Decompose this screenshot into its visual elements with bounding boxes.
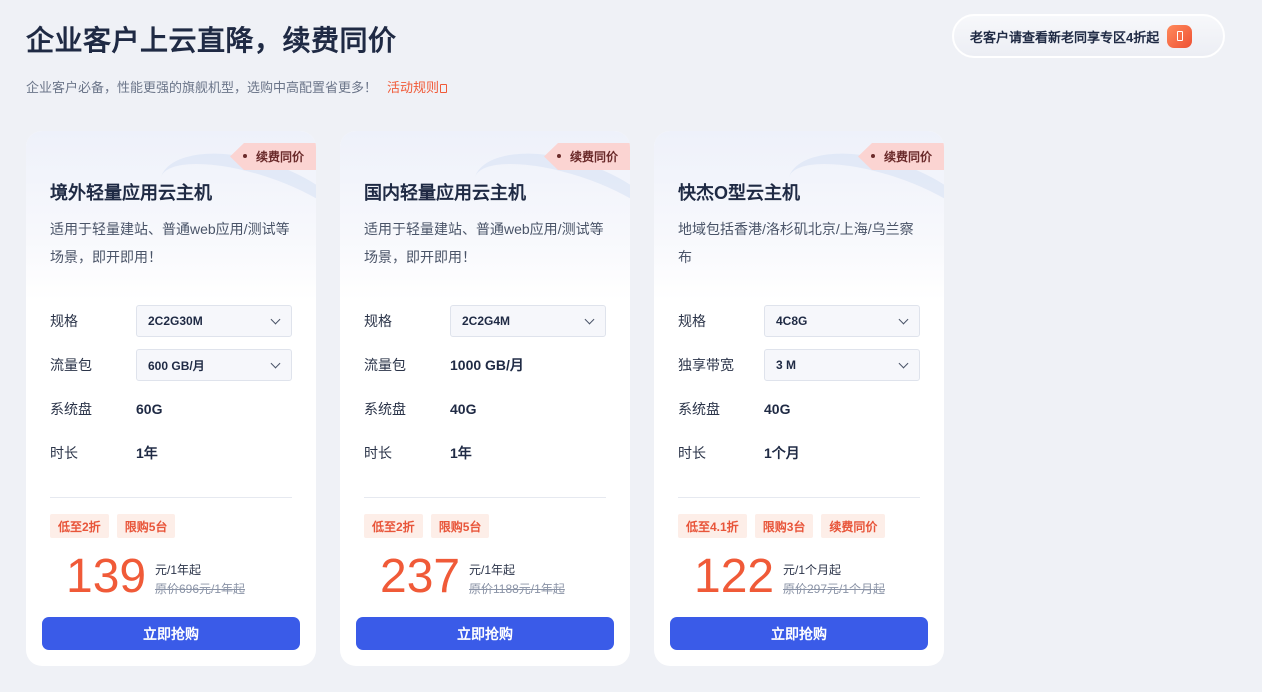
promo-button-label[interactable]: 老客户请查看新老同享专区4折起 <box>970 27 1159 46</box>
spec-row-disk: 系统盘 40G <box>678 393 920 425</box>
promo-tags: 低至2折 限购5台 <box>50 514 176 538</box>
select-value[interactable]: 4C8G <box>776 314 807 328</box>
buy-now-button[interactable]: 立即抢购 <box>356 617 614 650</box>
spec-value: 1年 <box>136 445 158 461</box>
renewal-tag: 续费同价 <box>821 514 886 538</box>
spec-label: 规格 <box>364 313 392 329</box>
spec-label: 独享带宽 <box>678 357 734 373</box>
spec-value: 1年 <box>450 445 472 461</box>
original-price: 原价696元/1年起 <box>155 582 246 596</box>
spec-label: 系统盘 <box>50 401 92 417</box>
traffic-select[interactable]: 600 GB/月 <box>136 349 292 381</box>
spec-select[interactable]: 2C2G30M <box>136 305 292 337</box>
buy-now-button[interactable]: 立即抢购 <box>670 617 928 650</box>
spec-select[interactable]: 4C8G <box>764 305 920 337</box>
price-unit: 元/1年起 <box>155 563 202 577</box>
spec-select[interactable]: 2C2G4M <box>450 305 606 337</box>
product-card-overseas-lightweight: 续费同价 境外轻量应用云主机 适用于轻量建站、普通web应用/测试等场景，即开即… <box>26 131 316 666</box>
limit-tag: 限购3台 <box>754 514 814 538</box>
select-value[interactable]: 600 GB/月 <box>148 357 205 374</box>
select-value[interactable]: 2C2G30M <box>148 314 203 328</box>
spec-row-spec: 规格 2C2G4M <box>364 305 606 337</box>
spec-value: 1个月 <box>764 445 800 461</box>
chevron-down-icon[interactable] <box>270 358 281 369</box>
divider <box>364 497 606 498</box>
spec-label: 规格 <box>50 313 78 329</box>
promo-tags: 低至2折 限购5台 <box>364 514 490 538</box>
buy-now-button[interactable]: 立即抢购 <box>42 617 300 650</box>
spec-row-traffic: 流量包 1000 GB/月 <box>364 349 606 381</box>
spec-value: 40G <box>764 401 791 417</box>
spec-row-spec: 规格 2C2G30M <box>50 305 292 337</box>
discount-tag: 低至4.1折 <box>678 514 747 538</box>
promo-tags: 低至4.1折 限购3台 续费同价 <box>678 514 886 538</box>
spec-label: 流量包 <box>50 357 92 373</box>
spec-row-bandwidth: 独享带宽 3 M <box>678 349 920 381</box>
external-link-icon[interactable] <box>440 84 448 93</box>
spec-label: 规格 <box>678 313 706 329</box>
card-description: 适用于轻量建站、普通web应用/测试等场景，即开即用！ <box>50 221 290 265</box>
chevron-down-icon[interactable] <box>898 314 909 325</box>
spec-row-traffic: 流量包 600 GB/月 <box>50 349 292 381</box>
spec-value: 40G <box>450 401 477 417</box>
rules-link[interactable]: 活动规则 <box>387 80 448 95</box>
card-title: 境外轻量应用云主机 <box>50 183 212 203</box>
spec-row-disk: 系统盘 60G <box>50 393 292 425</box>
spec-row-duration: 时长 1个月 <box>678 437 920 469</box>
divider <box>50 497 292 498</box>
old-customer-promo-button[interactable]: 老客户请查看新老同享专区4折起 <box>952 14 1225 58</box>
price: 237 <box>380 550 461 603</box>
price: 139 <box>66 550 147 603</box>
bandwidth-select[interactable]: 3 M <box>764 349 920 381</box>
page-title: 企业客户上云直降，续费同价 <box>26 25 397 56</box>
chevron-down-icon[interactable] <box>584 314 595 325</box>
spec-value: 1000 GB/月 <box>450 357 524 373</box>
discount-tag: 低至2折 <box>364 514 423 538</box>
renewal-ribbon: 续费同价 <box>858 143 944 170</box>
spec-row-duration: 时长 1年 <box>364 437 606 469</box>
spec-row-spec: 规格 4C8G <box>678 305 920 337</box>
product-card-domestic-lightweight: 续费同价 国内轻量应用云主机 适用于轻量建站、普通web应用/测试等场景，即开即… <box>340 131 630 666</box>
divider <box>678 497 920 498</box>
price: 122 <box>694 550 775 603</box>
external-link-icon[interactable] <box>1167 24 1193 48</box>
subtitle-text: 企业客户必备，性能更强的旗舰机型，选购中高配置省更多！ <box>26 80 378 95</box>
price-unit: 元/1年起 <box>469 563 516 577</box>
card-description: 地域包括香港/洛杉矶北京/上海/乌兰察布 <box>678 221 914 265</box>
page-subtitle: 企业客户必备，性能更强的旗舰机型，选购中高配置省更多！ 活动规则 <box>26 77 448 96</box>
spec-label: 时长 <box>678 445 706 461</box>
select-value[interactable]: 2C2G4M <box>462 314 510 328</box>
renewal-ribbon: 续费同价 <box>230 143 316 170</box>
spec-row-duration: 时长 1年 <box>50 437 292 469</box>
card-title: 快杰O型云主机 <box>678 183 801 203</box>
original-price: 原价297元/1个月起 <box>783 582 886 596</box>
original-price: 原价1188元/1年起 <box>469 582 565 596</box>
price-unit: 元/1个月起 <box>783 563 842 577</box>
spec-label: 系统盘 <box>678 401 720 417</box>
spec-label: 时长 <box>364 445 392 461</box>
chevron-down-icon[interactable] <box>898 358 909 369</box>
chevron-down-icon[interactable] <box>270 314 281 325</box>
discount-tag: 低至2折 <box>50 514 109 538</box>
spec-label: 流量包 <box>364 357 406 373</box>
select-value[interactable]: 3 M <box>776 358 796 372</box>
spec-row-disk: 系统盘 40G <box>364 393 606 425</box>
card-description: 适用于轻量建站、普通web应用/测试等场景，即开即用！ <box>364 221 604 265</box>
card-title: 国内轻量应用云主机 <box>364 183 526 203</box>
limit-tag: 限购5台 <box>116 514 176 538</box>
limit-tag: 限购5台 <box>430 514 490 538</box>
rules-link-label[interactable]: 活动规则 <box>387 80 439 95</box>
spec-label: 系统盘 <box>364 401 406 417</box>
product-card-kuaijie-o: 续费同价 快杰O型云主机 地域包括香港/洛杉矶北京/上海/乌兰察布 规格 4C8… <box>654 131 944 666</box>
spec-value: 60G <box>136 401 163 417</box>
spec-label: 时长 <box>50 445 78 461</box>
renewal-ribbon: 续费同价 <box>544 143 630 170</box>
